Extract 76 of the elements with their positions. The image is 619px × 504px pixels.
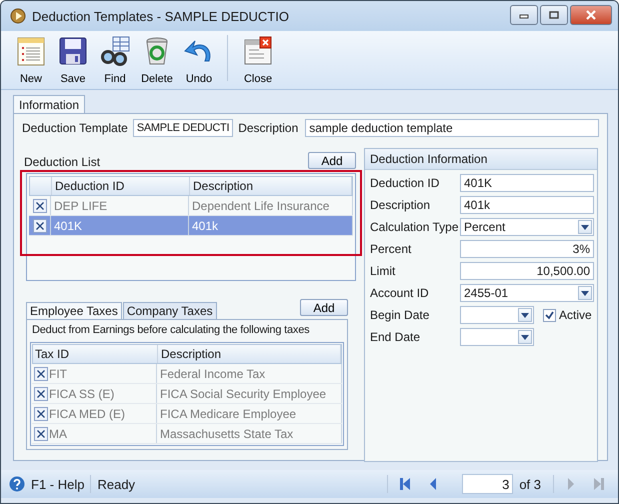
date-field[interactable] (460, 328, 534, 346)
delete-row-icon[interactable] (34, 426, 48, 440)
field-label: Deduction Template (22, 121, 128, 135)
column-header: Description (158, 345, 341, 363)
column-header: Description (190, 177, 352, 195)
dropdown-button[interactable] (578, 286, 592, 300)
delete-row-icon[interactable] (34, 386, 48, 400)
tax-id: MA (49, 426, 67, 440)
column-header: Deduction ID (52, 177, 190, 195)
field-label: Description (238, 121, 298, 135)
page-count: of 3 (519, 476, 541, 492)
field-label: End Date (370, 330, 422, 344)
input-field[interactable]: 401K (460, 174, 594, 192)
tax-id: FIT (49, 366, 67, 380)
maximize-icon (549, 11, 559, 19)
toolbar-button[interactable]: Close (234, 33, 282, 87)
field-label: Description (370, 198, 432, 212)
add-button[interactable]: Add (300, 299, 348, 316)
close-window-icon (242, 35, 274, 67)
tax-id: FICA SS (E) (49, 386, 114, 400)
table-cell: Federal Income Tax (157, 364, 342, 383)
next-page-icon (565, 477, 577, 491)
delete-row-icon[interactable] (32, 218, 46, 232)
caret-icon (581, 224, 589, 230)
last-page-icon (593, 477, 605, 491)
dropdown-button[interactable] (518, 308, 532, 322)
tax-id: FICA MED (E) (49, 406, 126, 420)
dropdown-button[interactable] (518, 330, 532, 344)
field-label: Account ID (370, 286, 430, 300)
close-button[interactable] (570, 5, 612, 25)
description-field[interactable]: sample deduction template (305, 119, 599, 137)
document-icon (15, 35, 47, 67)
delete-row-icon[interactable] (32, 198, 46, 212)
dropdown-field[interactable]: 2455-01 (460, 284, 594, 302)
delete-row-icon[interactable] (34, 406, 48, 420)
checkbox-label: Active (559, 308, 592, 322)
input-field[interactable]: 3% (460, 240, 594, 258)
column-header: Tax ID (33, 345, 158, 363)
help-text: F1 - Help (31, 476, 84, 492)
template-field[interactable]: SAMPLE DEDUCTI (132, 119, 234, 137)
close-icon (585, 10, 597, 20)
checkbox[interactable] (543, 308, 556, 322)
field-label: Percent (370, 242, 412, 256)
table-cell: FICA Social Security Employee (157, 384, 342, 403)
table-cell: FICA Medicare Employee (157, 404, 342, 423)
maximize-button[interactable] (540, 5, 568, 25)
page-field[interactable]: 3 (462, 474, 514, 494)
caret-icon (521, 312, 529, 318)
date-field[interactable] (460, 306, 534, 324)
caret-icon (521, 334, 529, 340)
table-cell: Massachusetts State Tax (157, 424, 342, 443)
app-icon (10, 8, 26, 24)
input-field[interactable]: 10,500.00 (460, 262, 594, 280)
help-icon (9, 476, 25, 492)
tab[interactable]: Information (13, 95, 86, 113)
field-label: Limit (370, 264, 396, 278)
add-button[interactable]: Add (308, 152, 356, 169)
tab[interactable]: Company Taxes (122, 302, 217, 319)
note-text: Deduct from Earnings before calculating the following taxes (31, 323, 310, 338)
binoculars-icon (99, 35, 131, 67)
check-icon (545, 310, 554, 320)
field-label: Calculation Type (370, 220, 460, 234)
dropdown-field[interactable]: Percent (460, 218, 594, 236)
section-label: Deduction List (24, 155, 100, 169)
delete-row-icon[interactable] (34, 366, 48, 380)
caret-icon (581, 290, 589, 296)
tab[interactable]: Employee Taxes (26, 302, 122, 319)
input-field[interactable]: 401k (460, 196, 594, 214)
status-text: Ready (97, 476, 136, 492)
first-page-icon (399, 477, 412, 491)
minimize-button[interactable] (510, 5, 538, 25)
dropdown-button[interactable] (578, 220, 592, 234)
field-label: Begin Date (370, 308, 430, 322)
panel-header: Deduction Information (365, 149, 597, 170)
window-title: Deduction Templates - SAMPLE DEDUCTIO (32, 8, 290, 24)
field-label: Deduction ID (370, 176, 440, 190)
